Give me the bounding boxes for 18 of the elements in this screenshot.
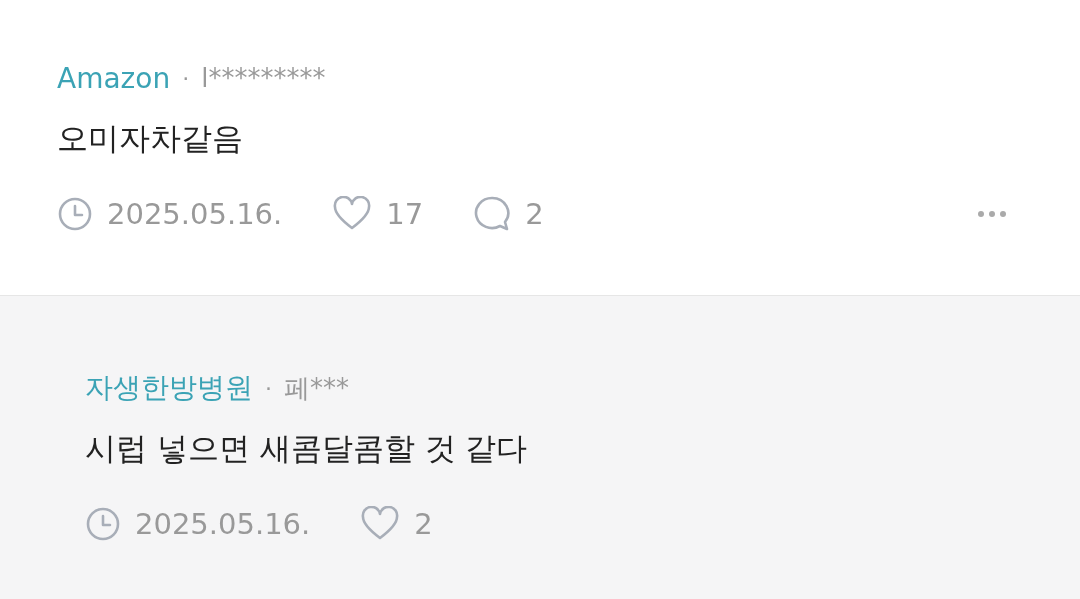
like-count: 17 bbox=[386, 197, 424, 231]
like-count: 2 bbox=[414, 507, 433, 541]
clock-icon bbox=[85, 506, 121, 542]
separator-dot: · bbox=[265, 375, 272, 401]
comment-text: 시럽 넣으면 새콤달콤할 것 같다 bbox=[85, 429, 529, 468]
comment-text: 오미자차같음 bbox=[57, 119, 244, 158]
comment-icon[interactable] bbox=[473, 195, 512, 233]
author-name: l********* bbox=[201, 63, 326, 93]
clock-icon bbox=[57, 196, 93, 232]
heart-icon[interactable] bbox=[332, 196, 373, 232]
company-name[interactable]: Amazon bbox=[57, 61, 171, 95]
reply-count: 2 bbox=[525, 197, 544, 231]
author-name: 페*** bbox=[284, 371, 349, 405]
heart-icon[interactable] bbox=[360, 506, 401, 542]
date-text: 2025.05.16. bbox=[107, 197, 283, 231]
company-name[interactable]: 자생한방병원 bbox=[85, 369, 253, 407]
separator-dot: · bbox=[182, 65, 190, 91]
date-text: 2025.05.16. bbox=[135, 507, 311, 541]
